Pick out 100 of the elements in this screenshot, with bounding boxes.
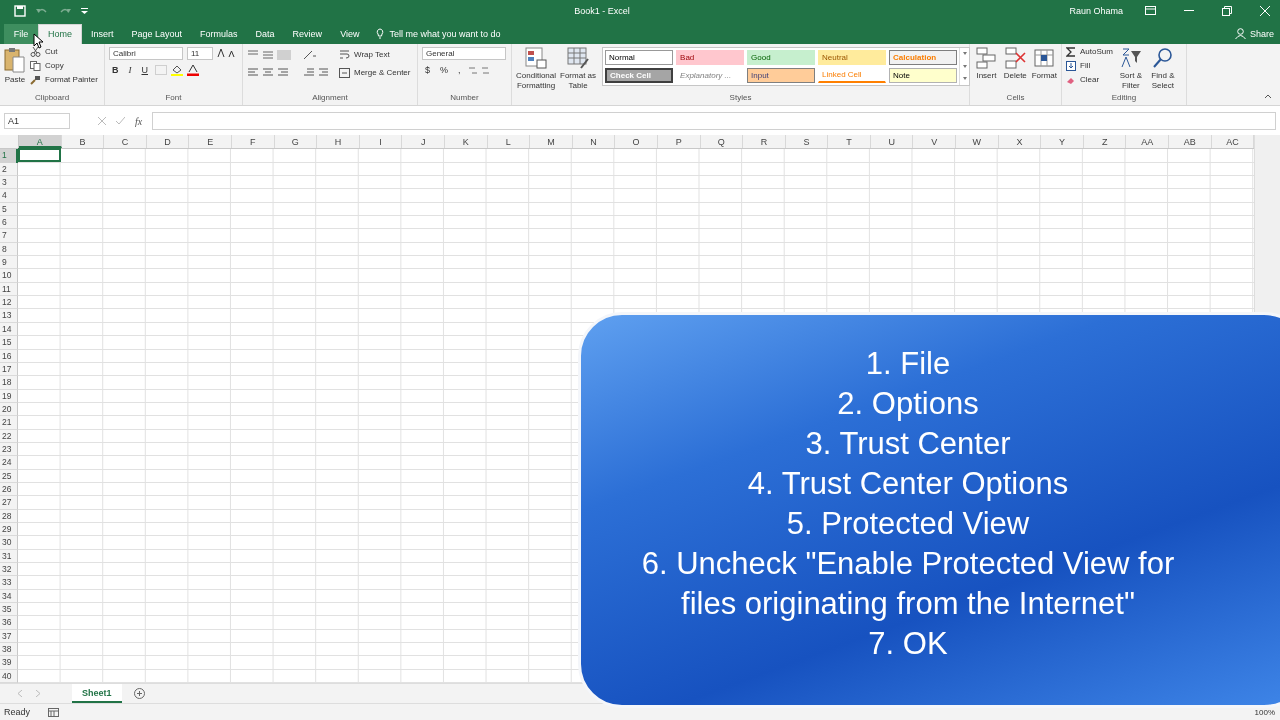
column-header[interactable]: J [402, 135, 445, 149]
active-cell[interactable] [18, 148, 61, 163]
column-header[interactable]: R [743, 135, 786, 149]
column-header[interactable]: P [657, 135, 701, 149]
column-header[interactable]: U [870, 135, 914, 149]
ribbon-tab[interactable]: View [331, 23, 369, 44]
formula-input[interactable] [152, 112, 1276, 131]
macro-record-icon[interactable] [48, 707, 59, 717]
column-header[interactable]: O [615, 135, 658, 149]
delete-button[interactable]: Delete [1003, 70, 1027, 81]
row-header[interactable]: 4 [0, 189, 18, 203]
row-header[interactable]: 35 [0, 603, 18, 617]
column-header[interactable]: K [444, 135, 488, 149]
cell-style-button[interactable]: Input [747, 67, 816, 83]
column-header[interactable]: V [913, 135, 957, 149]
format-painter-button[interactable]: Format Painter [45, 75, 98, 85]
ribbon-display-icon[interactable] [1145, 6, 1156, 16]
row-header[interactable]: 10 [0, 269, 18, 283]
ribbon-tab[interactable]: Review [283, 23, 332, 44]
font-color-icon[interactable] [187, 64, 199, 76]
autosum-button[interactable]: AutoSum [1080, 47, 1113, 57]
name-box[interactable]: A1 [4, 113, 70, 130]
comma-button[interactable]: , [455, 64, 464, 75]
column-header[interactable]: W [956, 135, 999, 149]
user-name[interactable]: Raun Ohama [1069, 5, 1123, 16]
column-header[interactable]: Q [700, 135, 744, 149]
cell-style-button[interactable]: Neutral [818, 49, 887, 65]
sheet-tab[interactable]: Sheet1 [72, 684, 122, 704]
row-header[interactable]: 9 [0, 256, 18, 270]
check-icon[interactable] [116, 117, 125, 126]
column-header[interactable]: E [189, 135, 232, 149]
column-header[interactable]: M [530, 135, 573, 149]
clipboard-icon[interactable] [4, 46, 26, 73]
row-header[interactable]: 13 [0, 309, 18, 323]
conditional-formatting-button[interactable]: Conditional Formatting [516, 70, 557, 91]
row-header[interactable]: 27 [0, 496, 18, 510]
format-as-table-button[interactable]: Format as Table [560, 70, 597, 91]
merge-center-button[interactable]: Merge & Center [354, 68, 411, 78]
orientation-icon[interactable] [303, 49, 317, 60]
bold-button[interactable]: B [109, 65, 122, 76]
cell-style-button[interactable]: Good [747, 49, 816, 65]
column-header[interactable]: Y [1041, 135, 1084, 149]
row-header[interactable]: 24 [0, 456, 18, 470]
sort-filter-icon[interactable] [1119, 46, 1142, 69]
font-size-dropdown[interactable]: 11 [187, 46, 213, 60]
ribbon-tab[interactable]: Insert [82, 23, 123, 44]
row-header[interactable]: 15 [0, 336, 18, 350]
row-header[interactable]: 39 [0, 656, 18, 670]
collapse-ribbon-icon[interactable] [1264, 94, 1272, 100]
add-sheet-icon[interactable] [133, 688, 145, 700]
sort-filter-button[interactable]: Sort & Filter [1119, 70, 1142, 91]
save-icon[interactable] [14, 4, 26, 17]
column-header[interactable]: L [487, 135, 531, 149]
row-header[interactable]: 6 [0, 216, 18, 230]
row-header[interactable]: 21 [0, 416, 18, 430]
column-header[interactable]: F [231, 135, 275, 149]
italic-button[interactable]: I [125, 65, 135, 76]
column-header[interactable]: S [785, 135, 829, 149]
restore-icon[interactable] [1222, 5, 1232, 16]
paste-button[interactable]: Paste [4, 74, 26, 84]
conditional-formatting-icon[interactable] [525, 46, 547, 69]
table-icon[interactable] [567, 46, 590, 69]
zoom-level[interactable]: 100% [1254, 707, 1275, 717]
close-icon[interactable] [1260, 5, 1270, 16]
column-header[interactable]: Z [1083, 135, 1127, 149]
currency-button[interactable]: $ [422, 64, 433, 75]
row-header[interactable]: 36 [0, 616, 18, 630]
row-header[interactable]: 33 [0, 576, 18, 590]
column-header[interactable]: I [359, 135, 403, 149]
row-header[interactable]: 7 [0, 229, 18, 243]
ribbon-tab[interactable]: Formulas [191, 23, 247, 44]
share-button[interactable]: Share [1249, 28, 1274, 39]
cell-style-button[interactable]: Note [889, 67, 958, 83]
search-icon[interactable] [1151, 46, 1174, 69]
ribbon-tab[interactable]: Home [38, 23, 82, 44]
column-header[interactable]: AB [1169, 135, 1212, 149]
grow-font-icon[interactable] [217, 48, 237, 59]
column-header[interactable]: X [998, 135, 1042, 149]
clear-button[interactable]: Clear [1080, 75, 1100, 85]
column-header[interactable]: D [146, 135, 190, 149]
delete-cells-icon[interactable] [1004, 46, 1027, 69]
font-name-dropdown[interactable]: Calibri [109, 46, 183, 60]
format-button[interactable]: Format [1031, 70, 1057, 81]
minimize-icon[interactable] [1184, 9, 1194, 12]
insert-function-button[interactable]: fx [135, 115, 143, 127]
row-header[interactable]: 30 [0, 536, 18, 550]
ribbon-tab[interactable]: Page Layout [122, 23, 192, 44]
tell-me-field[interactable]: Tell me what you want to do [389, 28, 501, 39]
customize-icon[interactable] [81, 6, 88, 15]
ribbon-tab[interactable]: Data [246, 23, 284, 44]
column-header[interactable]: T [828, 135, 871, 149]
row-header[interactable]: 38 [0, 643, 18, 657]
column-header[interactable]: H [317, 135, 360, 149]
ribbon-tab[interactable]: File [4, 23, 38, 44]
column-header[interactable]: A [19, 135, 62, 149]
copy-button[interactable]: Copy [45, 61, 64, 71]
format-cells-icon[interactable] [1033, 46, 1056, 69]
wrap-text-button[interactable]: Wrap Text [354, 50, 390, 60]
column-header[interactable]: G [274, 135, 318, 149]
column-header[interactable]: C [104, 135, 147, 149]
